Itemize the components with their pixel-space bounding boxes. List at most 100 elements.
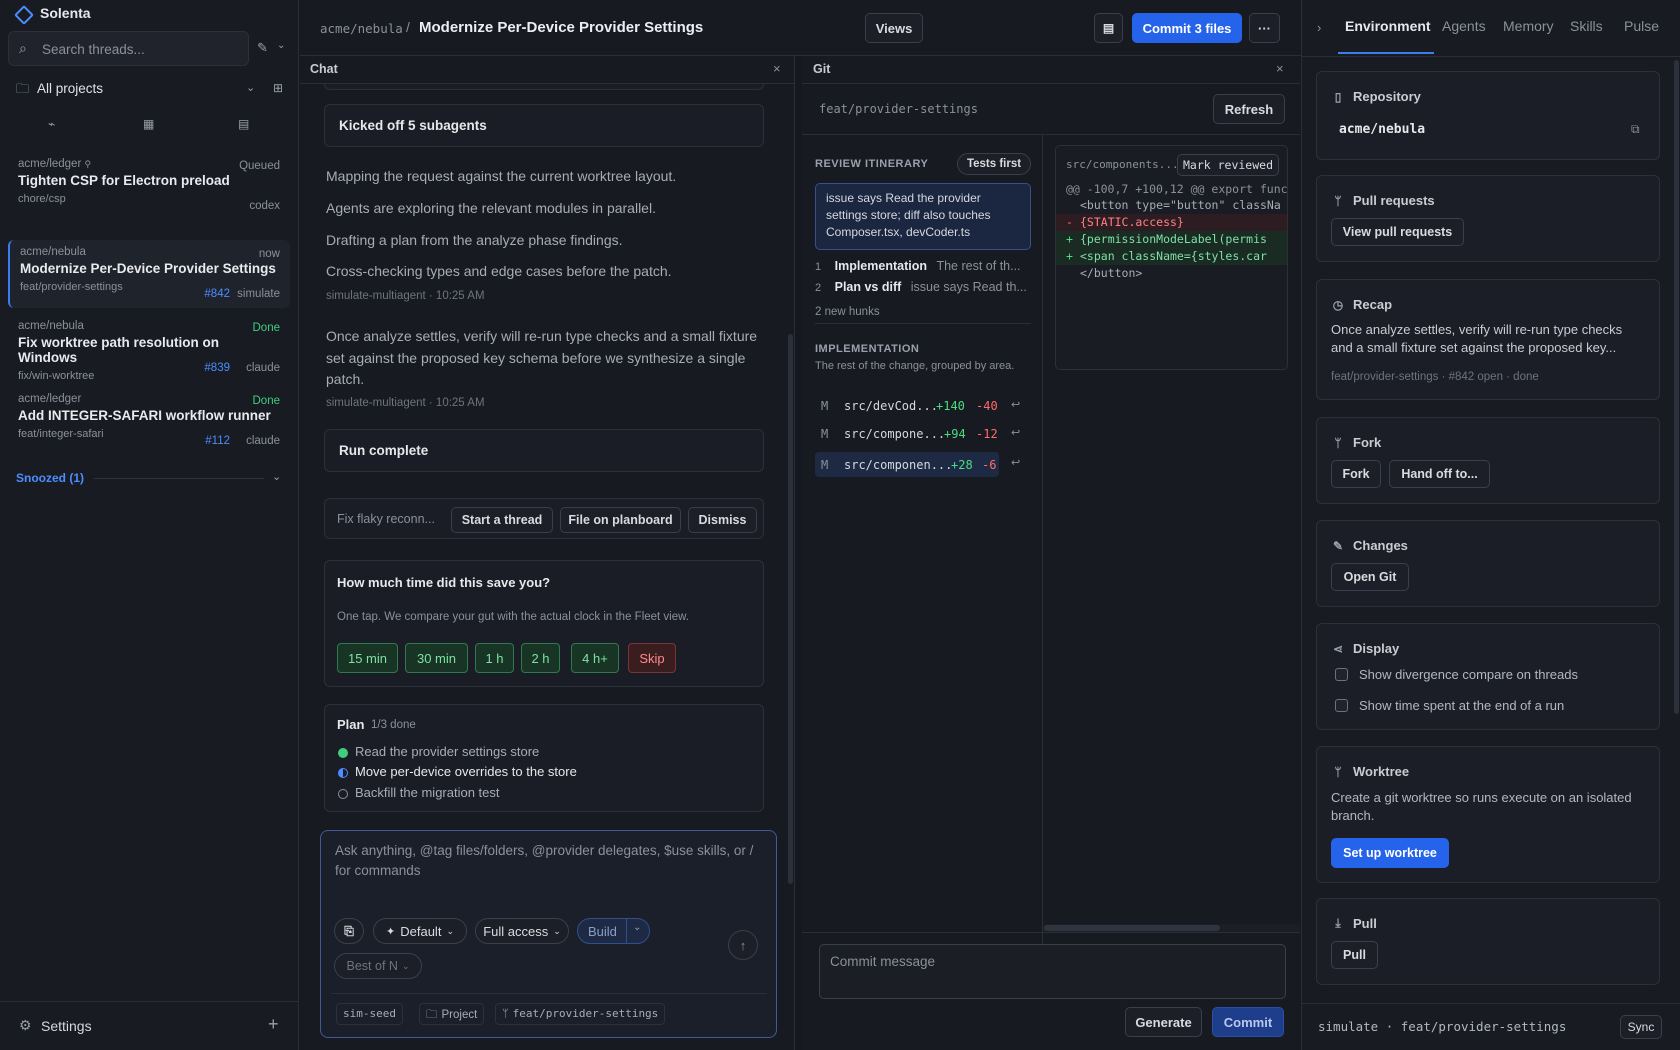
composer[interactable]: Ask anything, @tag files/folders, @provi… xyxy=(320,830,777,1038)
snoozed-chevron-icon[interactable]: ⌄ xyxy=(272,470,281,483)
breadcrumb-separator: / xyxy=(406,19,410,35)
collapse-icon[interactable]: › xyxy=(1317,20,1321,35)
board-icon[interactable]: ▦ xyxy=(143,117,154,131)
chat-scrollbar[interactable] xyxy=(788,334,793,884)
project-chevron-icon[interactable]: ⌄ xyxy=(246,81,255,94)
time-spent-checkbox[interactable] xyxy=(1335,699,1348,712)
diff-viewer[interactable]: src/components... Mark reviewed @@ -100,… xyxy=(1055,145,1288,370)
divergence-label: Show divergence compare on threads xyxy=(1359,667,1578,682)
skip-button[interactable]: Skip xyxy=(628,643,676,673)
clock-icon: ◷ xyxy=(1332,297,1344,312)
changed-file-row-selected[interactable]: M src/componen... +28 -6 xyxy=(815,452,999,477)
plan-item: Move per-device overrides to the store xyxy=(355,764,577,779)
review-itinerary-label: REVIEW ITINERARY xyxy=(815,158,929,170)
project-chip[interactable]: 🗀 Project xyxy=(419,1003,485,1025)
mark-reviewed-button[interactable]: Mark reviewed xyxy=(1177,154,1279,176)
build-chevron-icon[interactable]: ⌄ xyxy=(633,922,641,933)
sidebar-divider xyxy=(0,1001,299,1002)
folder-icon: 🗀 xyxy=(16,81,30,96)
jump-icon[interactable]: ↩ xyxy=(1011,426,1020,439)
download-icon: ⤓ xyxy=(1335,916,1341,930)
search-box[interactable]: ⌕ Search threads... xyxy=(8,31,249,66)
close-chat-icon[interactable]: × xyxy=(773,61,781,76)
settings-link[interactable]: Settings xyxy=(41,1018,92,1034)
sync-button[interactable]: Sync xyxy=(1620,1015,1662,1039)
thread-item[interactable]: acme/ledger ⚲ Tighten CSP for Electron p… xyxy=(8,152,290,220)
thread-item[interactable]: acme/nebula Fix worktree path resolution… xyxy=(8,314,290,382)
mode-select[interactable]: ✦ Default ⌄ xyxy=(373,918,467,944)
tab-environment[interactable]: Environment xyxy=(1345,18,1431,34)
tests-first-toggle[interactable]: Tests first xyxy=(957,153,1031,175)
file-planboard-button[interactable]: File on planboard xyxy=(560,507,681,533)
changed-file-row[interactable]: M src/compone... +94 -12 xyxy=(815,422,998,446)
itinerary-callout[interactable]: issue says Read the provider settings st… xyxy=(815,183,1031,250)
worktree-title: Worktree xyxy=(1353,764,1410,779)
compose-icon[interactable]: ✎ xyxy=(257,40,268,56)
build-label[interactable]: Build xyxy=(588,924,617,939)
hand-off-button[interactable]: Hand off to... xyxy=(1389,460,1490,488)
commit-files-button[interactable]: Commit 3 files xyxy=(1132,13,1242,43)
setup-worktree-button[interactable]: Set up worktree xyxy=(1331,838,1449,868)
activity-icon[interactable]: ⌁ xyxy=(48,117,55,131)
branch-chip[interactable]: ᛘ feat/provider-settings xyxy=(495,1003,666,1025)
attach-icon[interactable]: ⎘ xyxy=(334,918,364,944)
build-split-button[interactable]: Build ⌄ xyxy=(577,918,650,944)
jump-icon[interactable]: ↩ xyxy=(1011,456,1020,469)
right-scrollbar[interactable] xyxy=(1674,60,1679,714)
project-filter[interactable]: All projects xyxy=(37,81,103,96)
survey-option[interactable]: 15 min xyxy=(337,643,398,673)
tab-pulse[interactable]: Pulse xyxy=(1624,18,1659,34)
external-link-icon[interactable]: ⧉ xyxy=(1631,122,1640,137)
survey-option[interactable]: 1 h xyxy=(475,643,514,673)
seed-chip[interactable]: sim-seed xyxy=(336,1003,403,1025)
settings-icon[interactable]: ⚙ xyxy=(19,1017,32,1034)
composer-input[interactable]: Ask anything, @tag files/folders, @provi… xyxy=(335,841,760,881)
thread-pr[interactable]: #112 xyxy=(205,435,230,447)
close-git-icon[interactable]: × xyxy=(1276,61,1284,76)
pull-button[interactable]: Pull xyxy=(1331,941,1378,969)
pull-title: Pull xyxy=(1353,916,1377,931)
tab-memory[interactable]: Memory xyxy=(1503,18,1554,34)
fork-button[interactable]: Fork xyxy=(1331,460,1381,488)
commit-message-input[interactable]: Commit message xyxy=(819,944,1286,999)
more-button[interactable]: ··· xyxy=(1249,13,1280,43)
notes-icon[interactable]: ▤ xyxy=(1094,13,1123,43)
list-icon[interactable]: ▤ xyxy=(238,117,249,131)
thread-pr[interactable]: #839 xyxy=(204,362,230,374)
commit-button[interactable]: Commit xyxy=(1212,1007,1284,1037)
refresh-button[interactable]: Refresh xyxy=(1213,94,1285,124)
divergence-checkbox[interactable] xyxy=(1335,668,1348,681)
best-of-select[interactable]: Best of N ⌄ xyxy=(334,953,422,979)
changed-file-row[interactable]: M src/devCod... +140 -40 xyxy=(815,394,998,418)
view-pull-requests-button[interactable]: View pull requests xyxy=(1331,218,1464,246)
bookmark-icon: ▯ xyxy=(1334,89,1342,104)
access-select[interactable]: Full access ⌄ xyxy=(475,918,569,944)
jump-icon[interactable]: ↩ xyxy=(1011,398,1020,411)
tab-skills[interactable]: Skills xyxy=(1570,18,1603,34)
survey-option[interactable]: 2 h xyxy=(521,643,560,673)
new-folder-icon[interactable]: ⊞ xyxy=(273,81,283,95)
dismiss-button[interactable]: Dismiss xyxy=(688,507,757,533)
survey-option[interactable]: 30 min xyxy=(405,643,468,673)
display-title: Display xyxy=(1353,641,1400,656)
start-thread-button[interactable]: Start a thread xyxy=(451,507,553,533)
file-name: src/devCod... xyxy=(844,399,938,413)
snoozed-toggle[interactable]: Snoozed (1) xyxy=(16,471,84,485)
thread-item[interactable]: acme/ledger Add INTEGER-SAFARI workflow … xyxy=(8,387,290,455)
generate-button[interactable]: Generate xyxy=(1125,1007,1202,1037)
itinerary-item[interactable]: 1 Implementation The rest of th... xyxy=(815,259,1031,279)
survey-option[interactable]: 4 h+ xyxy=(571,643,619,673)
compose-chevron-icon[interactable]: ⌄ xyxy=(277,40,285,51)
thread-item-active[interactable]: acme/nebula Modernize Per-Device Provide… xyxy=(8,240,290,308)
breadcrumb-repo[interactable]: acme/nebula xyxy=(320,21,403,36)
send-icon[interactable]: ↑ xyxy=(728,930,758,960)
search-input[interactable]: Search threads... xyxy=(42,42,145,57)
itinerary-item[interactable]: 2 Plan vs diff issue says Read th... xyxy=(815,280,1031,300)
diff-hscroll-thumb[interactable] xyxy=(1044,925,1220,931)
tab-agents[interactable]: Agents xyxy=(1442,18,1486,34)
add-icon[interactable]: + xyxy=(268,1014,279,1035)
thread-pr[interactable]: #842 xyxy=(204,288,230,300)
open-git-button[interactable]: Open Git xyxy=(1331,563,1409,591)
views-button[interactable]: Views xyxy=(865,13,923,43)
plan-item: Read the provider settings store xyxy=(355,744,540,759)
